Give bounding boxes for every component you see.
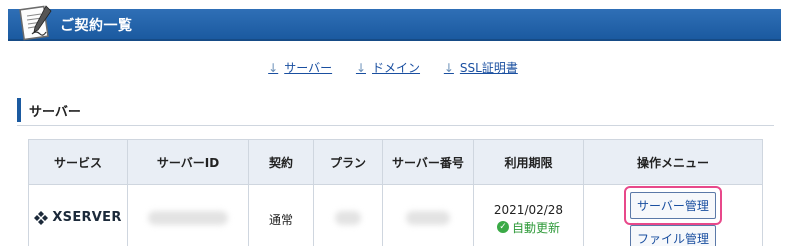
arrow-down-icon: ↓ [443, 60, 454, 75]
column-header-plan: プラン [313, 139, 383, 185]
redacted-server-id [148, 210, 228, 225]
column-header-operations: 操作メニュー [583, 139, 763, 185]
page-header-bar: ご契約一覧 [8, 9, 781, 41]
cell-plan [313, 184, 383, 246]
anchor-link-server[interactable]: ↓ サーバー [268, 59, 332, 76]
auto-renew-label: 自動更新 [511, 220, 560, 235]
cell-expiry: 2021/02/28 ✓ 自動更新 [473, 184, 584, 246]
contract-list-page: ご契約一覧 ↓ サーバー ↓ ドメイン ↓ SSL証明書 サーバー サービス サ… [0, 0, 786, 246]
xserver-logo: XSERVER [34, 210, 121, 225]
contract-document-icon [19, 5, 52, 41]
arrow-down-icon: ↓ [268, 60, 279, 75]
table-row: XSERVER 通常 2021/02/28 ✓ 自動更新 サーバー管理 ファイル… [28, 184, 763, 246]
anchor-link-label: サーバー [284, 61, 333, 75]
anchor-link-ssl[interactable]: ↓ SSL証明書 [444, 59, 518, 76]
column-header-server-number: サーバー番号 [382, 139, 474, 185]
cell-server-number [382, 184, 474, 246]
column-header-contract: 契約 [248, 139, 314, 185]
column-header-service: サービス [28, 139, 128, 185]
section-heading-server: サーバー [17, 98, 774, 126]
page-title: ご契約一覧 [60, 18, 133, 34]
redacted-server-number [406, 210, 450, 225]
anchor-link-label: SSL証明書 [459, 61, 518, 75]
redacted-plan [335, 210, 361, 225]
server-admin-button[interactable]: サーバー管理 [630, 192, 716, 219]
auto-renew-status: ✓ 自動更新 [496, 219, 560, 236]
check-circle-icon: ✓ [496, 221, 509, 233]
highlight-frame: サーバー管理 [624, 186, 722, 225]
anchor-link-label: ドメイン [372, 61, 421, 75]
anchor-link-domain[interactable]: ↓ ドメイン [356, 59, 420, 76]
file-admin-button[interactable]: ファイル管理 [629, 225, 716, 246]
server-contract-table: サービス サーバーID 契約 プラン サーバー番号 利用期限 操作メニュー XS… [28, 139, 763, 246]
cell-operations: サーバー管理 ファイル管理 [583, 184, 763, 246]
service-name: XSERVER [52, 210, 122, 226]
anchor-nav: ↓ サーバー ↓ ドメイン ↓ SSL証明書 [0, 59, 786, 76]
cell-service: XSERVER [28, 184, 128, 246]
expiry-date: 2021/02/28 [493, 202, 564, 217]
cell-server-id [127, 184, 249, 246]
column-header-server-id: サーバーID [127, 139, 249, 185]
arrow-down-icon: ↓ [355, 60, 366, 75]
column-header-expiry: 利用期限 [473, 139, 584, 185]
section-title: サーバー [29, 105, 81, 120]
xserver-logo-mark-icon [34, 210, 49, 225]
section-accent-bar [17, 98, 21, 122]
cell-contract: 通常 [248, 184, 314, 246]
table-header-row: サービス サーバーID 契約 プラン サーバー番号 利用期限 操作メニュー [28, 139, 763, 185]
